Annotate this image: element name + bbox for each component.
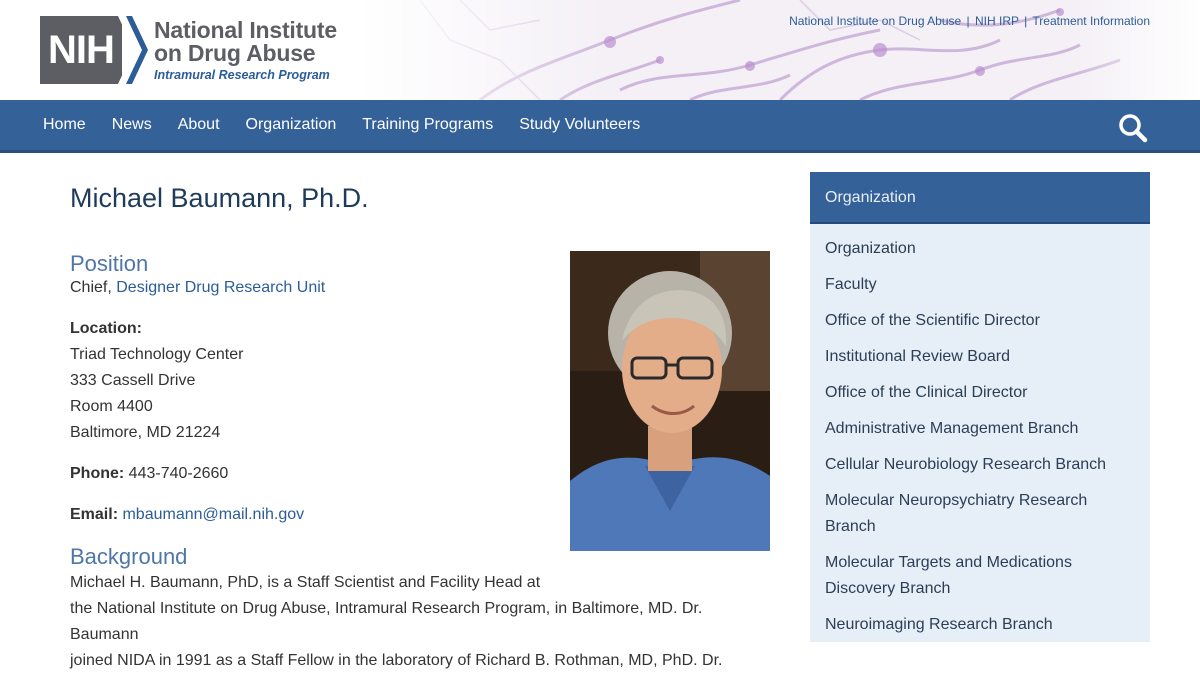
sidebar-item-organization[interactable]: Organization [825, 236, 1135, 262]
background-heading: Background [70, 544, 188, 569]
nav-item-home[interactable]: Home [30, 116, 99, 134]
main-nav: Home News About Organization Training Pr… [0, 100, 1200, 153]
background-line: the National Institute on Drug Abuse, In… [70, 600, 703, 643]
logo-line-1: National Institute [154, 16, 337, 43]
nav-item-training-programs[interactable]: Training Programs [349, 116, 506, 134]
util-link-treatment-information[interactable]: Treatment Information [1032, 14, 1150, 28]
nih-logo-mark: NIH [40, 16, 148, 84]
phone-label: Phone: [70, 465, 125, 482]
location-label: Location: [70, 320, 142, 337]
sidebar-heading: Organization [810, 172, 1150, 224]
organization-sidebar: Organization Organization Faculty Office… [810, 172, 1150, 642]
position-prefix: Chief, [70, 279, 112, 296]
position-line: Chief, Designer Drug Research Unit [70, 275, 325, 301]
phone-line: Phone: 443-740-2660 [70, 461, 228, 487]
position-heading: Position [70, 251, 149, 276]
logo-line-2: on Drug Abuse [154, 39, 316, 66]
nih-logo-text: NIH [48, 28, 115, 72]
email-line: Email: mbaumann@mail.nih.gov [70, 502, 304, 528]
sidebar-item-institutional-review-board[interactable]: Institutional Review Board [825, 344, 1135, 370]
separator: | [966, 14, 970, 28]
background-paragraph: Michael H. Baumann, PhD, is a Staff Scie… [70, 570, 770, 674]
logo-line-3: Intramural Research Program [154, 67, 330, 82]
email-link[interactable]: mbaumann@mail.nih.gov [122, 506, 304, 523]
sidebar-item-office-of-the-scientific-director[interactable]: Office of the Scientific Director [825, 308, 1135, 334]
sidebar-item-faculty[interactable]: Faculty [825, 272, 1135, 298]
location-line: Baltimore, MD 21224 [70, 424, 221, 441]
sidebar-item-office-of-the-clinical-director[interactable]: Office of the Clinical Director [825, 380, 1135, 406]
nav-item-study-volunteers[interactable]: Study Volunteers [506, 116, 653, 134]
location-block: Location: Triad Technology Center 333 Ca… [70, 316, 243, 446]
util-link-nih-irp[interactable]: NIH IRP [975, 14, 1019, 28]
nav-item-news[interactable]: News [99, 116, 165, 134]
util-link-nida[interactable]: National Institute on Drug Abuse [789, 14, 961, 28]
page-title: Michael Baumann, Ph.D. [70, 183, 369, 213]
location-line: Triad Technology Center [70, 346, 244, 363]
sidebar-item-neuroimaging-research-branch[interactable]: Neuroimaging Research Branch [825, 612, 1135, 638]
sidebar-item-cellular-neurobiology-research-branch[interactable]: Cellular Neurobiology Research Branch [825, 452, 1135, 478]
profile-photo [570, 251, 770, 551]
site-header: NIH National Institute on Drug Abuse Int… [0, 0, 1200, 100]
sidebar-item-administrative-management-branch[interactable]: Administrative Management Branch [825, 416, 1135, 442]
phone-number: 443-740-2660 [128, 465, 229, 482]
nav-item-about[interactable]: About [165, 116, 233, 134]
sidebar-item-molecular-neuropsychiatry-research-branch[interactable]: Molecular Neuropsychiatry Research Branc… [825, 488, 1135, 540]
background-line: joined NIDA in 1991 as a Staff Fellow in… [70, 652, 723, 669]
location-line: Room 4400 [70, 398, 153, 415]
nih-nida-logo[interactable]: NIH National Institute on Drug Abuse Int… [40, 16, 337, 84]
location-line: 333 Cassell Drive [70, 372, 196, 389]
email-label: Email: [70, 506, 119, 523]
search-icon[interactable] [1117, 112, 1149, 144]
sidebar-item-molecular-targets-and-medications-discovery-branch[interactable]: Molecular Targets and Medications Discov… [825, 550, 1135, 602]
utility-links: National Institute on Drug Abuse | NIH I… [789, 14, 1150, 28]
background-line: Michael H. Baumann, PhD, is a Staff Scie… [70, 574, 541, 591]
separator: | [1024, 14, 1028, 28]
designer-drug-research-unit-link[interactable]: Designer Drug Research Unit [116, 279, 325, 296]
nav-item-organization[interactable]: Organization [233, 116, 350, 134]
